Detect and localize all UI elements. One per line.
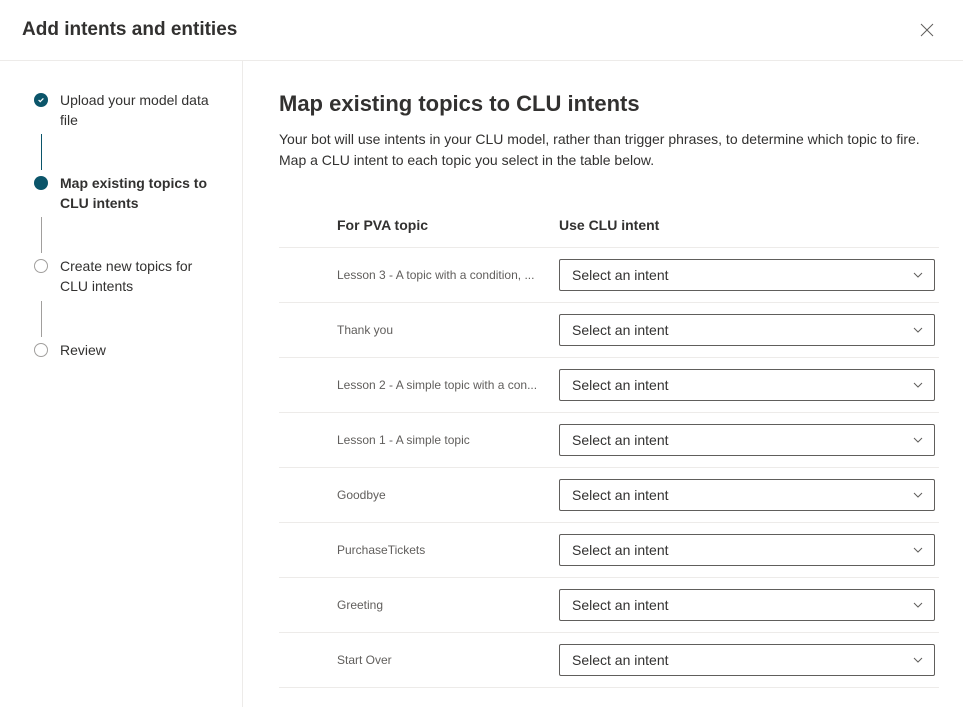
select-placeholder: Select an intent xyxy=(572,597,669,613)
intent-select[interactable]: Select an intent xyxy=(559,479,935,511)
table-row: Thank you Select an intent xyxy=(279,303,939,358)
wizard-step-map[interactable]: Map existing topics to CLU intents xyxy=(34,174,222,213)
topic-name: Lesson 1 - A simple topic xyxy=(337,433,559,447)
dialog-title: Add intents and entities xyxy=(22,19,237,41)
intent-cell: Select an intent xyxy=(559,534,935,566)
table-row: Lesson 3 - A topic with a condition, ...… xyxy=(279,248,939,303)
step-connector xyxy=(41,301,42,337)
wizard-step-review[interactable]: Review xyxy=(34,341,222,361)
topic-name: Thank you xyxy=(337,323,559,337)
mapping-table: For PVA topic Use CLU intent Lesson 3 - … xyxy=(279,217,939,688)
wizard-step-label: Map existing topics to CLU intents xyxy=(60,174,210,213)
topic-name: Start Over xyxy=(337,653,559,667)
step-connector xyxy=(41,217,42,253)
intent-cell: Select an intent xyxy=(559,479,935,511)
topic-name: Greeting xyxy=(337,598,559,612)
chevron-down-icon xyxy=(912,599,924,611)
column-header-intent: Use CLU intent xyxy=(559,217,939,233)
chevron-down-icon xyxy=(912,489,924,501)
topic-name: Goodbye xyxy=(337,488,559,502)
intent-cell: Select an intent xyxy=(559,259,935,291)
close-icon xyxy=(920,23,934,37)
intent-select[interactable]: Select an intent xyxy=(559,644,935,676)
table-row: Lesson 2 - A simple topic with a con... S… xyxy=(279,358,939,413)
chevron-down-icon xyxy=(912,379,924,391)
intent-cell: Select an intent xyxy=(559,589,935,621)
chevron-down-icon xyxy=(912,434,924,446)
select-placeholder: Select an intent xyxy=(572,487,669,503)
intent-select[interactable]: Select an intent xyxy=(559,369,935,401)
column-header-topic: For PVA topic xyxy=(337,217,559,233)
select-placeholder: Select an intent xyxy=(572,432,669,448)
chevron-down-icon xyxy=(912,654,924,666)
topic-name: Lesson 3 - A topic with a condition, ... xyxy=(337,268,559,282)
intent-select[interactable]: Select an intent xyxy=(559,534,935,566)
pending-step-icon xyxy=(34,259,48,273)
intent-select[interactable]: Select an intent xyxy=(559,424,935,456)
select-placeholder: Select an intent xyxy=(572,322,669,338)
intent-select[interactable]: Select an intent xyxy=(559,589,935,621)
select-placeholder: Select an intent xyxy=(572,267,669,283)
wizard-step-upload[interactable]: Upload your model data file xyxy=(34,91,222,130)
table-row: Lesson 1 - A simple topic Select an inten… xyxy=(279,413,939,468)
table-row: Greeting Select an intent xyxy=(279,578,939,633)
intent-cell: Select an intent xyxy=(559,424,935,456)
page-title: Map existing topics to CLU intents xyxy=(279,91,939,117)
table-row: Start Over Select an intent xyxy=(279,633,939,688)
intent-cell: Select an intent xyxy=(559,644,935,676)
wizard-step-create[interactable]: Create new topics for CLU intents xyxy=(34,257,222,296)
select-placeholder: Select an intent xyxy=(572,377,669,393)
table-row: PurchaseTickets Select an intent xyxy=(279,523,939,578)
intent-cell: Select an intent xyxy=(559,314,935,346)
page-description: Your bot will use intents in your CLU mo… xyxy=(279,129,929,171)
wizard-step-label: Review xyxy=(60,341,106,361)
step-connector xyxy=(41,134,42,170)
dialog-header: Add intents and entities xyxy=(0,0,963,61)
topic-name: Lesson 2 - A simple topic with a con... xyxy=(337,378,559,392)
intent-select[interactable]: Select an intent xyxy=(559,259,935,291)
pending-step-icon xyxy=(34,343,48,357)
main-content: Map existing topics to CLU intents Your … xyxy=(243,61,963,707)
wizard-sidebar: Upload your model data file Map existing… xyxy=(0,61,243,707)
close-button[interactable] xyxy=(911,14,943,46)
checkmark-icon xyxy=(34,93,48,107)
chevron-down-icon xyxy=(912,269,924,281)
current-step-icon xyxy=(34,176,48,190)
select-placeholder: Select an intent xyxy=(572,652,669,668)
intent-cell: Select an intent xyxy=(559,369,935,401)
dialog-body: Upload your model data file Map existing… xyxy=(0,61,963,707)
topic-name: PurchaseTickets xyxy=(337,543,559,557)
table-header: For PVA topic Use CLU intent xyxy=(279,217,939,248)
chevron-down-icon xyxy=(912,324,924,336)
select-placeholder: Select an intent xyxy=(572,542,669,558)
chevron-down-icon xyxy=(912,544,924,556)
wizard-step-label: Upload your model data file xyxy=(60,91,210,130)
table-row: Goodbye Select an intent xyxy=(279,468,939,523)
intent-select[interactable]: Select an intent xyxy=(559,314,935,346)
wizard-step-label: Create new topics for CLU intents xyxy=(60,257,210,296)
